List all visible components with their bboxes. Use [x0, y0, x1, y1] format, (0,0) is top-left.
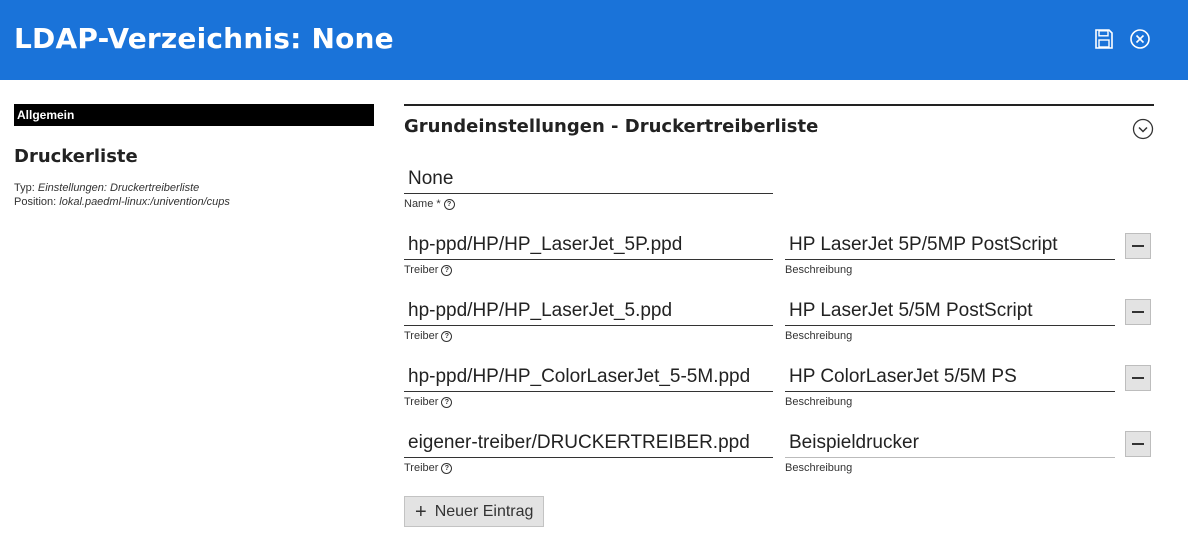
help-icon[interactable]: ?	[441, 330, 453, 342]
remove-entry-button[interactable]	[1125, 233, 1151, 259]
driver-label: Treiber	[404, 330, 439, 342]
object-title: Druckerliste	[14, 146, 138, 167]
driver-field-4: eigener-treiber/DRUCKERTREIBER.ppd Treib…	[404, 428, 773, 474]
description-field-2: HP LaserJet 5/5M PostScript Beschreibung	[785, 296, 1115, 342]
remove-entry-button[interactable]	[1125, 431, 1151, 457]
driver-label: Treiber	[404, 396, 439, 408]
driver-label: Treiber	[404, 462, 439, 474]
position-label: Position:	[14, 196, 57, 208]
help-icon[interactable]: ?	[441, 264, 453, 276]
remove-entry-button[interactable]	[1125, 299, 1151, 325]
driver-label: Treiber	[404, 264, 439, 276]
help-icon[interactable]: ?	[443, 198, 455, 210]
section-header[interactable]: Grundeinstellungen - Druckertreiberliste	[404, 104, 1154, 154]
object-sidebar: Allgemein Druckerliste Typ: Einstellunge…	[14, 104, 374, 209]
add-entry-label: Neuer Eintrag	[434, 502, 534, 520]
driver-input[interactable]: hp-ppd/HP/HP_LaserJet_5.ppd	[404, 296, 773, 326]
name-label: Name *	[404, 198, 441, 210]
description-input[interactable]: Beispieldrucker	[785, 428, 1115, 458]
driver-input[interactable]: hp-ppd/HP/HP_LaserJet_5P.ppd	[404, 230, 773, 260]
help-icon[interactable]: ?	[441, 462, 453, 474]
type-label: Typ:	[14, 182, 35, 194]
type-value: Einstellungen: Druckertreiberliste	[37, 182, 200, 194]
description-field-1: HP LaserJet 5P/5MP PostScript Beschreibu…	[785, 230, 1115, 276]
close-icon[interactable]	[1128, 27, 1152, 51]
description-label: Beschreibung	[785, 396, 853, 408]
description-label: Beschreibung	[785, 264, 853, 276]
description-input[interactable]: HP LaserJet 5/5M PostScript	[785, 296, 1115, 326]
object-meta: Typ: Einstellungen: Druckertreiberliste …	[14, 181, 374, 209]
description-label: Beschreibung	[785, 462, 853, 474]
page-title: LDAP-Verzeichnis: None	[14, 22, 394, 55]
position-value: lokal.paedml-linux:/univention/cups	[59, 196, 230, 208]
plus-icon: +	[415, 500, 427, 523]
tab-allgemein[interactable]: Allgemein	[14, 104, 374, 126]
driver-field-2: hp-ppd/HP/HP_LaserJet_5.ppd Treiber?	[404, 296, 773, 342]
save-icon[interactable]	[1092, 27, 1116, 51]
driver-input[interactable]: eigener-treiber/DRUCKERTREIBER.ppd	[404, 428, 773, 458]
settings-panel: Grundeinstellungen - Druckertreiberliste	[404, 104, 1154, 154]
driver-field-1: hp-ppd/HP/HP_LaserJet_5P.ppd Treiber?	[404, 230, 773, 276]
chevron-down-icon[interactable]	[1132, 118, 1154, 140]
section-title: Grundeinstellungen - Druckertreiberliste	[404, 116, 819, 137]
title-bar: LDAP-Verzeichnis: None	[0, 0, 1188, 80]
driver-field-3: hp-ppd/HP/HP_ColorLaserJet_5-5M.ppd Trei…	[404, 362, 773, 408]
name-field: None Name *?	[404, 164, 773, 210]
description-field-4: Beispieldrucker Beschreibung	[785, 428, 1115, 474]
driver-input[interactable]: hp-ppd/HP/HP_ColorLaserJet_5-5M.ppd	[404, 362, 773, 392]
add-entry-button[interactable]: + Neuer Eintrag	[404, 496, 545, 527]
name-input[interactable]: None	[404, 164, 773, 194]
description-input[interactable]: HP LaserJet 5P/5MP PostScript	[785, 230, 1115, 260]
remove-entry-button[interactable]	[1125, 365, 1151, 391]
description-label: Beschreibung	[785, 330, 853, 342]
help-icon[interactable]: ?	[441, 396, 453, 408]
description-field-3: HP ColorLaserJet 5/5M PS Beschreibung	[785, 362, 1115, 408]
description-input[interactable]: HP ColorLaserJet 5/5M PS	[785, 362, 1115, 392]
